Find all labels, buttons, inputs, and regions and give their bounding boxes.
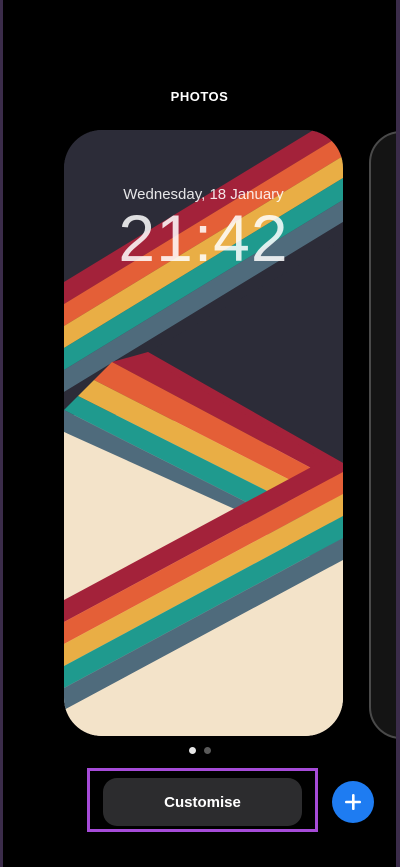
wallpaper-gallery-screen: PHOTOS Wednesday, 18 January 21:42 Custo… [3, 0, 396, 867]
wallpaper-collection-title: PHOTOS [170, 89, 229, 104]
page-dot-inactive[interactable] [203, 747, 211, 754]
plus-icon [345, 794, 361, 810]
frame-edge-right [396, 0, 400, 867]
customise-button[interactable]: Customise [103, 778, 302, 826]
wallpaper-preview-card[interactable]: Wednesday, 18 January 21:42 [64, 130, 343, 736]
page-dot-active [188, 747, 196, 754]
add-wallpaper-button[interactable] [332, 781, 374, 823]
next-wallpaper-card[interactable] [369, 131, 396, 739]
lock-screen-time: 21:42 [118, 201, 289, 275]
page-indicator [3, 747, 396, 754]
